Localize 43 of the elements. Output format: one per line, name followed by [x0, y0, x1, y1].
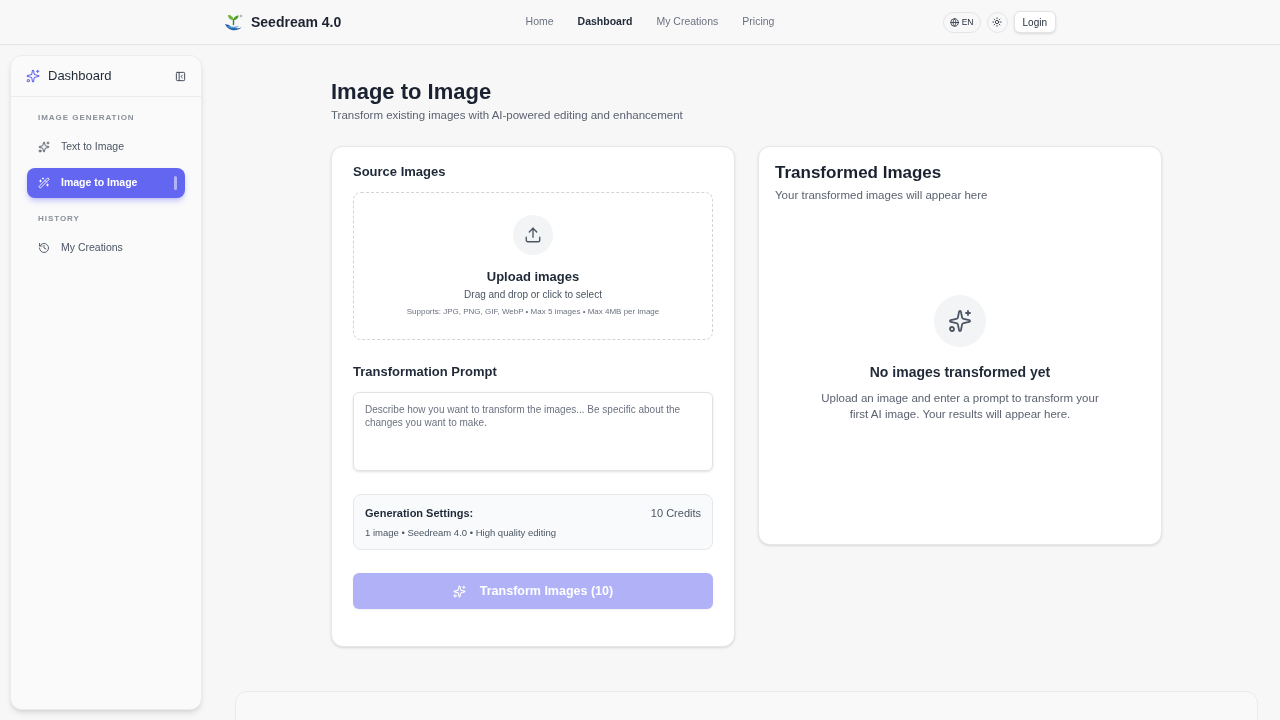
language-button[interactable]: EN — [942, 11, 981, 33]
nav-link[interactable]: Dashboard — [577, 14, 633, 30]
panel-heading: Source Images — [353, 163, 447, 181]
sidebar-title: Dashboard — [48, 67, 112, 86]
panel-heading: Transformed Images — [775, 162, 943, 184]
upload-title: Upload images — [486, 268, 580, 286]
nav-link[interactable]: Pricing — [742, 14, 775, 30]
upload-dropzone[interactable]: Upload images Drag and drop or click to select Supports: JPG, PNG, GIF, WebP • Max 5 images • Max 4MB per image — [353, 192, 713, 340]
upload-icon — [513, 215, 553, 255]
sidebar-item-icon — [38, 177, 50, 189]
upload-hint: Drag and drop or click to select — [464, 288, 602, 302]
empty-state-title: No images transformed yet — [869, 363, 1051, 382]
page-title: Image to Image — [331, 78, 493, 106]
globe-icon — [949, 17, 959, 27]
field-label: Transformation Prompt — [353, 363, 498, 381]
settings-details: 1 image • Seedream 4.0 • High quality editing — [365, 526, 557, 540]
sparkles-icon — [26, 69, 40, 83]
sun-icon — [992, 17, 1002, 27]
page-subtitle: Transform existing images with AI-powered editing and enhancement — [331, 108, 684, 123]
settings-title: Generation Settings: — [365, 506, 474, 521]
credits-label: 10 Credits — [650, 506, 701, 521]
nav-link[interactable]: Home — [525, 14, 554, 30]
empty-state-message: Upload an image and enter a prompt to transform your first AI image. Your results will appear here. — [820, 391, 1100, 422]
sparkles-icon — [934, 295, 986, 347]
sidebar-item-icon — [38, 242, 50, 254]
prompt-input[interactable]: Describe how you want to transform the images... Be specific about the changes you want to make. — [353, 392, 713, 471]
sidebar-item-icon — [38, 141, 50, 153]
sidebar-item[interactable]: Image to Image — [27, 168, 185, 198]
collapse-sidebar-button[interactable] — [174, 70, 186, 82]
section-heading: IMAGE GENERATION — [37, 112, 136, 124]
section-heading: HISTORY — [37, 213, 81, 225]
theme-toggle-button[interactable] — [986, 11, 1008, 33]
brand-name[interactable]: Seedream 4.0 — [251, 11, 342, 33]
nav-link[interactable]: My Creations — [656, 14, 719, 30]
sidebar-item[interactable]: Text to Image — [27, 132, 185, 162]
sidebar-item[interactable]: My Creations — [27, 233, 185, 263]
login-button[interactable]: Login — [1013, 11, 1056, 33]
sprout-logo-icon — [224, 12, 244, 32]
upload-formats: Supports: JPG, PNG, GIF, WebP • Max 5 images • Max 4MB per image — [406, 306, 660, 318]
panel-collapse-icon — [174, 70, 186, 82]
active-indicator-icon — [174, 176, 177, 190]
sparkles-icon — [452, 584, 466, 598]
panel-subtitle: Your transformed images will appear here — [775, 188, 989, 203]
